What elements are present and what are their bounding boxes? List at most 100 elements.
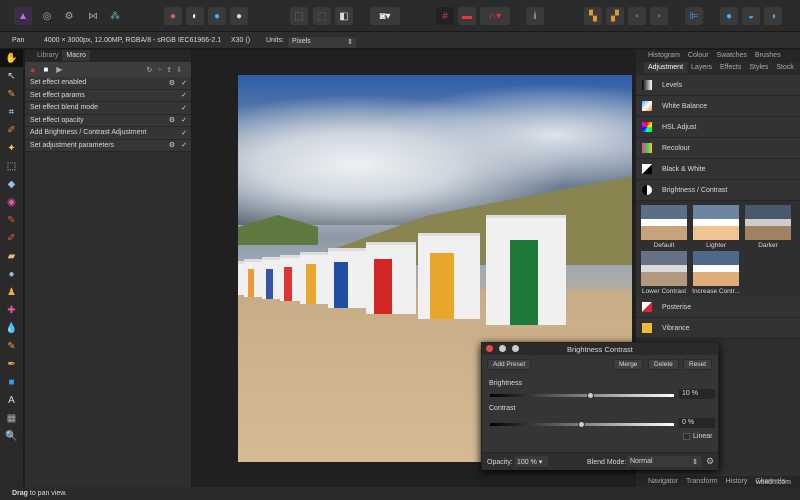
brightness-slider[interactable] <box>490 392 674 399</box>
adjustment-item[interactable]: Black & White <box>636 159 800 180</box>
zoom-tool-icon[interactable]: 🔍 <box>0 427 23 445</box>
gear-icon[interactable]: ⚙ <box>706 456 714 467</box>
opacity-select[interactable]: 100 % ▾ <box>515 456 548 467</box>
gradient-tool-icon[interactable]: ◉ <box>0 193 23 211</box>
snapping-icon[interactable]: ▬ <box>458 7 476 25</box>
brightness-value[interactable]: 10 % <box>679 389 715 399</box>
selection-mode-icon[interactable]: ◙▾ <box>370 7 400 25</box>
clone-tool-icon[interactable]: ♟ <box>0 283 23 301</box>
colour-wheel-icon[interactable]: ● <box>208 7 226 25</box>
develop-persona-icon[interactable]: ⚙ <box>60 7 78 25</box>
grid-icon[interactable]: # <box>436 7 454 25</box>
move-tool-icon[interactable]: ↖ <box>0 67 23 85</box>
checkmark-icon[interactable]: ✓ <box>181 91 187 99</box>
align-icon[interactable]: ⊫ <box>685 7 703 25</box>
pen-tool-icon[interactable]: ✒ <box>0 355 23 373</box>
arrange-back-icon[interactable]: ▚ <box>584 7 602 25</box>
checkmark-icon[interactable]: ✓ <box>181 116 187 124</box>
close-button[interactable] <box>486 345 493 352</box>
adjustment-item[interactable]: Vibrance <box>636 318 800 339</box>
record-button[interactable]: ● <box>30 65 35 75</box>
adjustment-item[interactable]: Recolour <box>636 138 800 159</box>
blur-tool-icon[interactable]: 💧 <box>0 319 23 337</box>
macro-actions-icons[interactable]: ↻⁘⇪⇩ <box>147 66 186 74</box>
preset-thumbnail[interactable]: Lighter <box>691 205 741 249</box>
checkmark-icon[interactable]: ✓ <box>181 129 187 137</box>
tab-colour[interactable]: Colour <box>684 50 713 61</box>
blend-mode-select[interactable]: Normal ⇕ <box>627 456 701 467</box>
liquify-persona-icon[interactable]: ◎ <box>38 7 56 25</box>
boolean-subtract-icon[interactable]: ◒ <box>742 7 760 25</box>
play-button[interactable]: ▶ <box>56 65 62 74</box>
boolean-add-icon[interactable]: ● <box>720 7 738 25</box>
arrange-front-icon[interactable]: ▪ <box>628 7 646 25</box>
minimize-button[interactable] <box>499 345 506 352</box>
freehand-selection-icon[interactable]: ⬚ <box>313 7 331 25</box>
brush-tool-icon[interactable]: ✐ <box>0 121 23 139</box>
preset-thumbnail[interactable]: Lower Contrast <box>639 251 689 295</box>
adjustment-item[interactable]: Brightness / Contrast <box>636 180 800 201</box>
macro-step[interactable]: Set effect blend mode ✓ <box>25 102 191 115</box>
text-tool-icon[interactable]: A <box>0 391 23 409</box>
tab-layers[interactable]: Layers <box>687 62 716 73</box>
tab-stock[interactable]: Stock <box>772 62 798 73</box>
brightness-icon[interactable]: ◐ <box>186 7 204 25</box>
contrast-slider-handle[interactable] <box>578 421 585 428</box>
adjustment-item[interactable]: HSL Adjust <box>636 117 800 138</box>
contrast-slider[interactable] <box>490 421 674 428</box>
units-select[interactable]: Pixels ⇕ <box>288 37 356 48</box>
delete-button[interactable]: Delete <box>648 359 679 370</box>
dodge-icon[interactable]: ● <box>0 265 23 283</box>
adjustment-item[interactable]: Posterise <box>636 297 800 318</box>
preset-thumbnail[interactable]: Default <box>639 205 689 249</box>
info-icon[interactable]: i <box>526 7 544 25</box>
gear-icon[interactable]: ⚙ <box>169 141 175 149</box>
selection-brush-icon[interactable]: ✦ <box>0 139 23 157</box>
brightness-slider-handle[interactable] <box>587 392 595 399</box>
tab-histogram[interactable]: Histogram <box>644 50 684 61</box>
paint-mixer-icon[interactable]: ✐ <box>0 229 23 247</box>
merge-button[interactable]: Merge <box>613 359 644 370</box>
macro-step[interactable]: Add Brightness / Contrast Adjustment ✓ <box>25 127 191 140</box>
add-preset-button[interactable]: Add Preset <box>487 359 532 370</box>
paint-brush-icon[interactable]: ✎ <box>0 211 23 229</box>
tab-styles[interactable]: Styles <box>745 62 772 73</box>
crop-tool-icon[interactable]: ⌗ <box>0 103 23 121</box>
gear-icon[interactable]: ⚙ <box>169 116 175 124</box>
photo-persona-icon[interactable]: ▲ <box>14 7 32 25</box>
tab-swatches[interactable]: Swatches <box>713 50 751 61</box>
tab-transform[interactable]: Transform <box>682 476 722 487</box>
macro-step[interactable]: Set effect enabled ⚙ ✓ <box>25 77 191 90</box>
sharpen-tool-icon[interactable]: ✎ <box>0 337 23 355</box>
preset-thumbnail[interactable]: Increase Contr... <box>691 251 741 295</box>
marquee-icon[interactable]: ⬚ <box>290 7 308 25</box>
mesh-tool-icon[interactable]: ▦ <box>0 409 23 427</box>
arrange-forward-icon[interactable]: ▞ <box>606 7 624 25</box>
export-persona-icon[interactable]: ⁂ <box>106 7 124 25</box>
linear-checkbox[interactable] <box>683 433 690 440</box>
checkmark-icon[interactable]: ✓ <box>181 141 187 149</box>
preset-thumbnail[interactable]: Darker <box>743 205 793 249</box>
shape-tool-icon[interactable]: ■ <box>0 373 23 391</box>
magnet-icon[interactable]: ∩▾ <box>480 7 510 25</box>
tab-history[interactable]: History <box>722 476 752 487</box>
adjustment-item[interactable]: White Balance <box>636 96 800 117</box>
gear-icon[interactable]: ⚙ <box>169 79 175 87</box>
zoom-button[interactable] <box>512 345 519 352</box>
colour-picker-icon[interactable]: ✎ <box>0 85 23 103</box>
arrange-top-icon[interactable]: ▪ <box>650 7 668 25</box>
checkmark-icon[interactable]: ✓ <box>181 104 187 112</box>
boolean-intersect-icon[interactable]: ◑ <box>764 7 782 25</box>
marquee-tool-icon[interactable]: ⬚ <box>0 157 23 175</box>
tab-library[interactable]: Library <box>33 50 62 61</box>
tab-navigator[interactable]: Navigator <box>644 476 682 487</box>
macro-step[interactable]: Set adjustment parameters ⚙ ✓ <box>25 139 191 152</box>
reset-button[interactable]: Reset <box>683 359 712 370</box>
white-balance-icon[interactable]: ● <box>230 7 248 25</box>
stop-button[interactable]: ■ <box>43 65 48 74</box>
checkmark-icon[interactable]: ✓ <box>181 79 187 87</box>
healing-icon[interactable]: ✚ <box>0 301 23 319</box>
macro-step[interactable]: Set effect params ✓ <box>25 89 191 102</box>
tab-brushes[interactable]: Brushes <box>751 50 785 61</box>
contrast-value[interactable]: 0 % <box>679 418 715 428</box>
